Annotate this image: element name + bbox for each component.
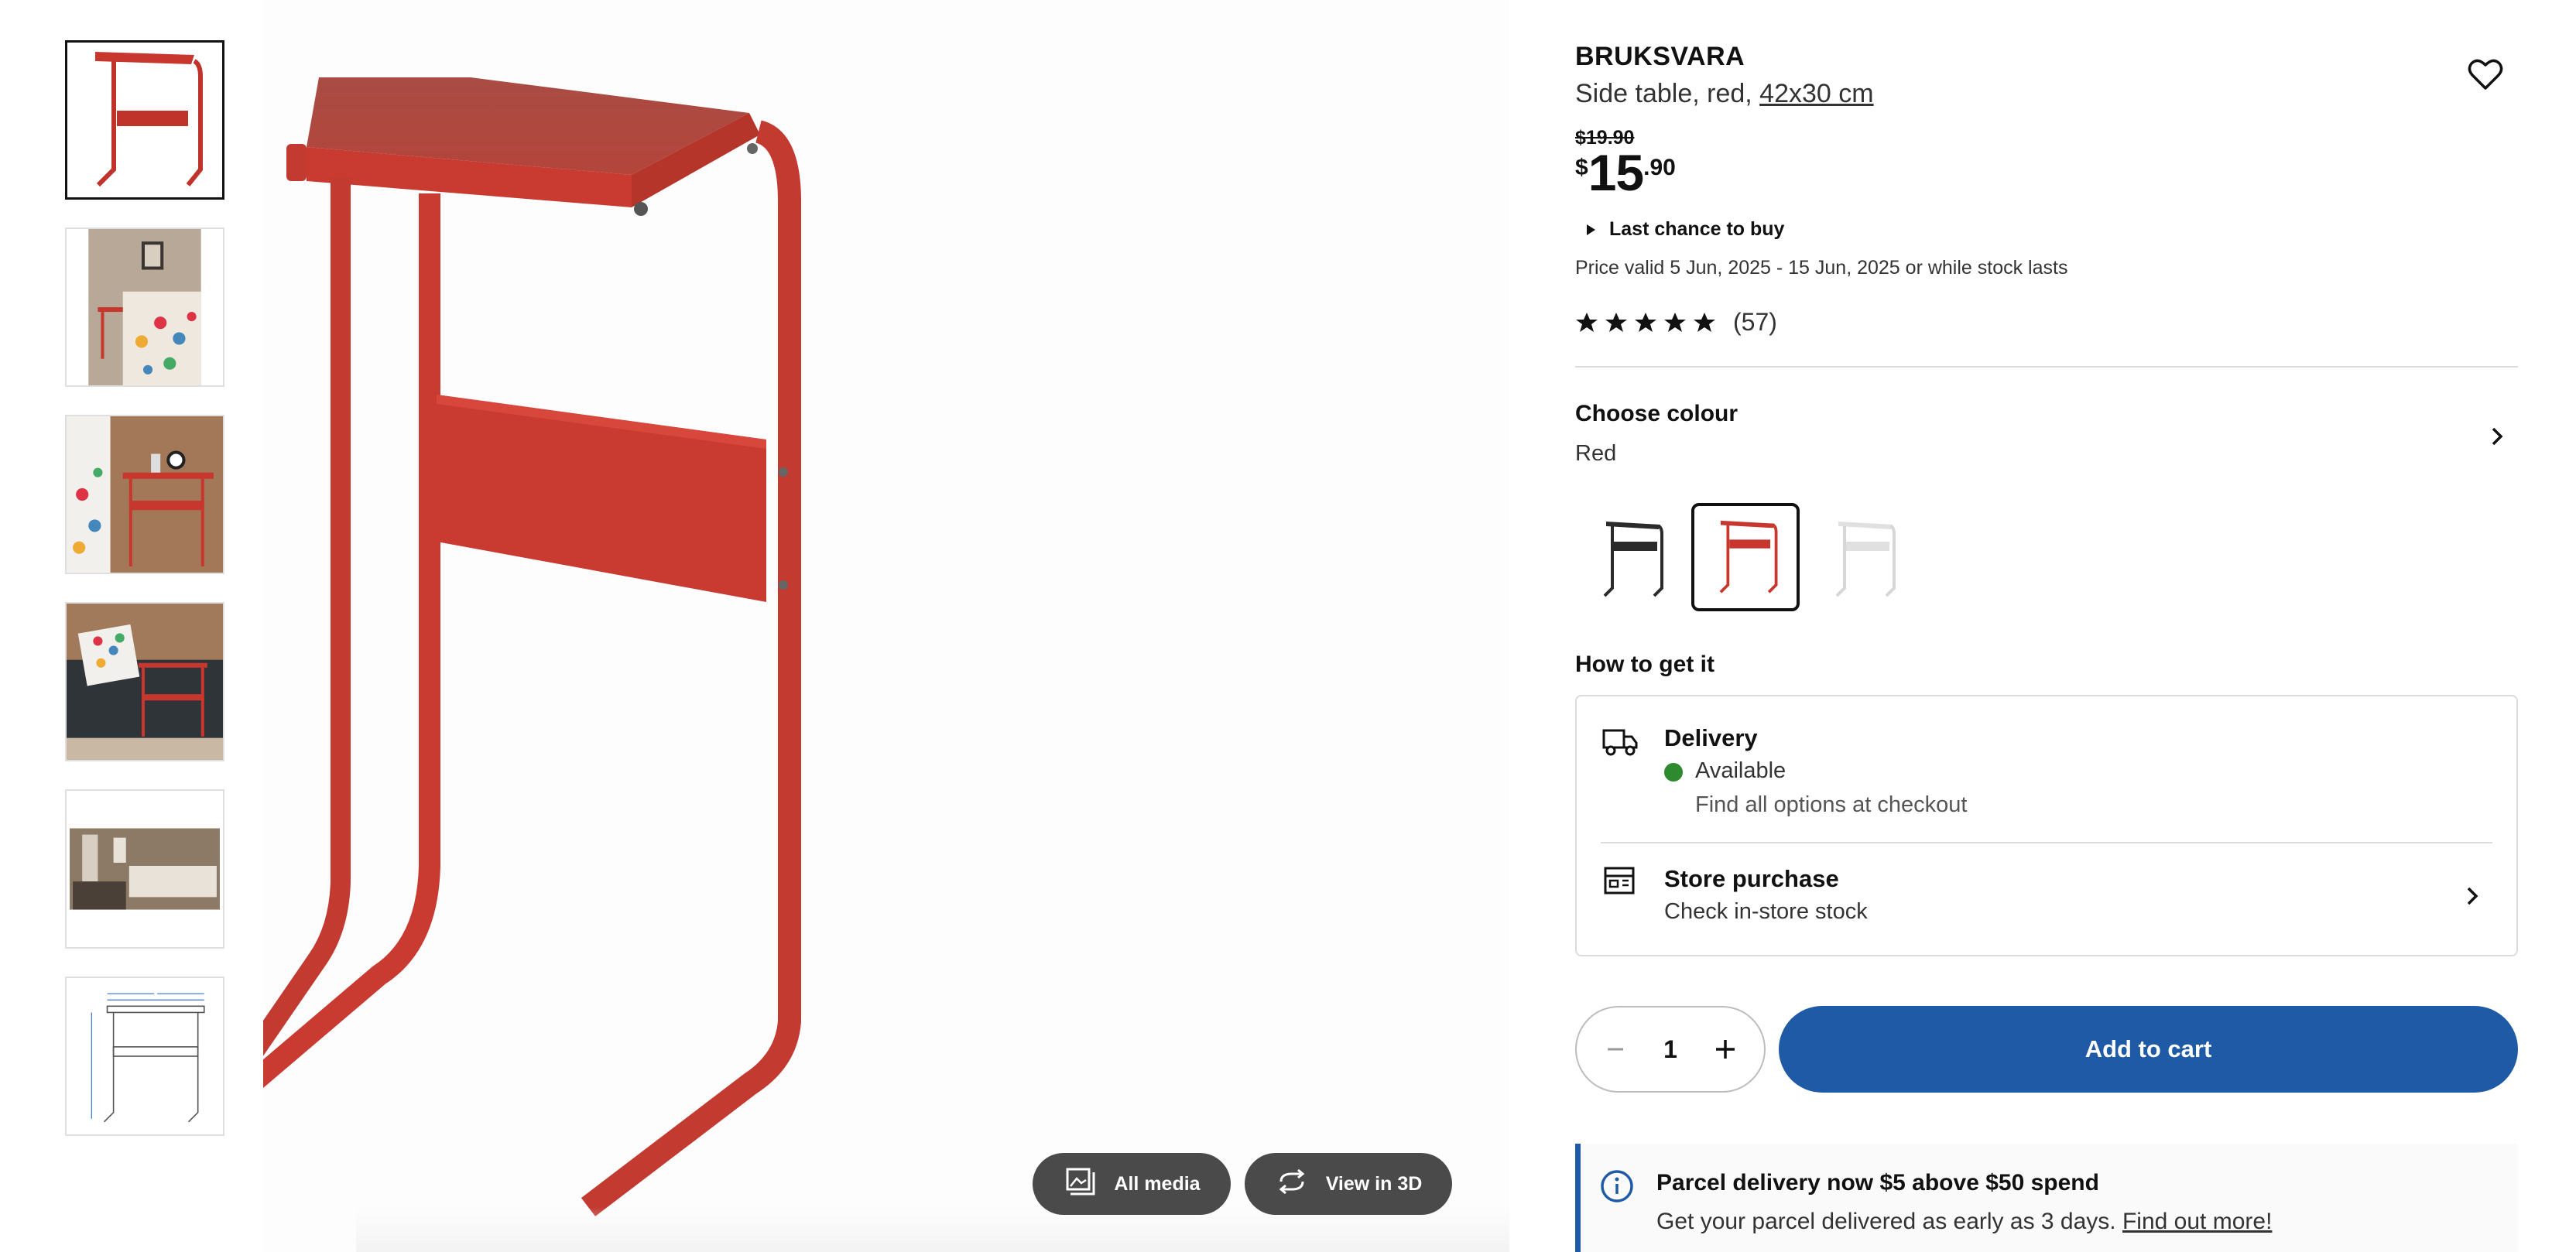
review-count: (57)	[1733, 308, 1777, 336]
view-in-3d-label: View in 3D	[1325, 1172, 1423, 1195]
favourite-heart-icon[interactable]	[2464, 53, 2507, 96]
plus-icon	[1715, 1040, 1735, 1059]
rating-stars[interactable]: (57)	[1575, 308, 1777, 337]
all-media-button[interactable]: All media	[1033, 1153, 1231, 1215]
star-icon	[1605, 312, 1627, 332]
hero-product-image	[263, 0, 1509, 1252]
choose-colour-heading: Choose colour	[1575, 401, 1738, 426]
delivery-status: Available	[1695, 758, 1786, 783]
store-icon	[1604, 867, 1635, 895]
rotate-3d-icon	[1275, 1165, 1309, 1204]
quantity-value[interactable]: 1	[1663, 1035, 1677, 1064]
product-description-text: Side table, red,	[1575, 79, 1752, 108]
thumbnail-sofa-scene[interactable]	[65, 602, 224, 761]
delivery-note: Find all options at checkout	[1695, 792, 1968, 817]
how-to-get-it-heading: How to get it	[1575, 652, 1714, 677]
store-purchase-note: Check in-store stock	[1664, 899, 1868, 924]
all-media-label: All media	[1114, 1172, 1201, 1195]
star-icon	[1576, 312, 1598, 332]
notice-body-text: Get your parcel delivered as early as 3 …	[1656, 1209, 2116, 1234]
store-purchase-title[interactable]: Store purchase	[1664, 865, 1839, 893]
selected-colour: Red	[1575, 441, 1617, 466]
current-price: $15.90	[1575, 147, 1676, 198]
price-whole: 15	[1588, 144, 1644, 201]
truck-icon	[1602, 729, 1638, 756]
star-icon	[1694, 312, 1715, 332]
chevron-right-icon[interactable]	[2458, 882, 2486, 910]
divider	[1575, 366, 2518, 368]
thumbnail-room-scene[interactable]	[65, 789, 224, 949]
star-icon	[1664, 312, 1686, 332]
info-icon	[1601, 1170, 1633, 1202]
thumbnail-dimension-drawing[interactable]	[65, 977, 224, 1136]
gallery-icon	[1063, 1165, 1097, 1204]
quantity-stepper: 1	[1575, 1006, 1766, 1093]
decrease-quantity-button[interactable]	[1598, 1032, 1632, 1066]
price-validity: Price valid 5 Jun, 2025 - 15 Jun, 2025 o…	[1575, 257, 2068, 279]
notice-body: Get your parcel delivered as early as 3 …	[1656, 1209, 2272, 1235]
last-chance-label: Last chance to buy	[1609, 218, 1785, 240]
price-decimal: .90	[1643, 155, 1676, 180]
chevron-right-icon[interactable]	[2483, 422, 2511, 450]
thumbnail-product-red[interactable]	[65, 40, 224, 200]
minus-icon	[1608, 1048, 1623, 1051]
dimensions-link[interactable]: 42x30 cm	[1759, 79, 1873, 108]
star-icon	[1635, 312, 1656, 332]
increase-quantity-button[interactable]	[1708, 1032, 1742, 1066]
colour-swatch-red[interactable]	[1691, 503, 1800, 611]
thumbnail-bedroom-scene[interactable]	[65, 227, 224, 387]
add-to-cart-button[interactable]: Add to cart	[1779, 1006, 2518, 1093]
divider	[1601, 842, 2492, 843]
last-chance-toggle[interactable]: Last chance to buy	[1587, 218, 1784, 241]
view-in-3d-button[interactable]: View in 3D	[1245, 1153, 1452, 1215]
product-name: BRUKSVARA	[1575, 42, 1745, 71]
find-out-more-link[interactable]: Find out more!	[2122, 1209, 2272, 1234]
colour-swatch-black[interactable]	[1575, 503, 1684, 611]
expand-triangle-icon	[1587, 224, 1595, 235]
side-table-illustration	[263, 77, 801, 1216]
price-currency: $	[1575, 155, 1588, 180]
notice-title: Parcel delivery now $5 above $50 spend	[1656, 1170, 2099, 1196]
available-status-dot	[1664, 763, 1683, 782]
delivery-title: Delivery	[1664, 724, 1758, 751]
product-description: Side table, red, 42x30 cm	[1575, 79, 1874, 109]
colour-swatch-white[interactable]	[1807, 503, 1916, 611]
thumbnail-bedside-scene[interactable]	[65, 415, 224, 574]
parcel-delivery-notice	[1575, 1144, 2518, 1252]
